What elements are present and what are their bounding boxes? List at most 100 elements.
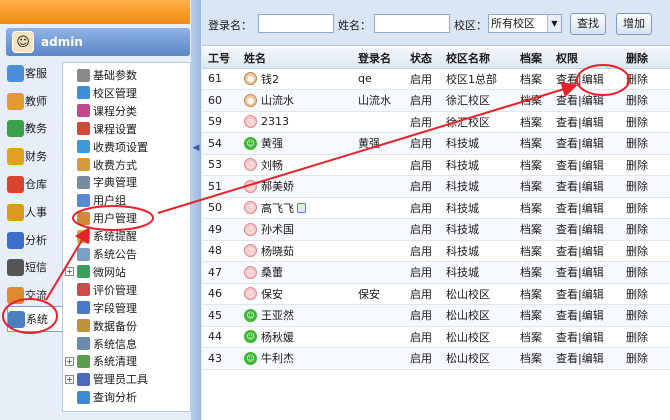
- category-question[interactable]: 人事: [7, 199, 65, 225]
- delete-link[interactable]: 删除: [620, 326, 670, 348]
- column-header[interactable]: 档案: [514, 48, 550, 69]
- tree-item-rating[interactable]: 评价管理: [77, 281, 137, 299]
- file-link[interactable]: 档案: [514, 304, 550, 327]
- view-link[interactable]: 查看: [556, 202, 578, 215]
- delete-link[interactable]: 删除: [620, 261, 670, 284]
- edit-link[interactable]: 编辑: [582, 180, 604, 193]
- delete-link[interactable]: 删除: [620, 154, 670, 176]
- expand-icon[interactable]: +: [65, 356, 74, 366]
- view-link[interactable]: 查看: [556, 352, 578, 365]
- edit-link[interactable]: 编辑: [582, 352, 604, 365]
- delete-link[interactable]: 删除: [620, 68, 670, 90]
- find-button[interactable]: 查找: [570, 13, 606, 35]
- tree-item-web[interactable]: + 微网站: [65, 263, 126, 281]
- file-link[interactable]: 档案: [514, 68, 550, 90]
- edit-link[interactable]: 编辑: [582, 309, 604, 322]
- delete-link[interactable]: 删除: [620, 89, 670, 112]
- edit-link[interactable]: 编辑: [582, 266, 604, 279]
- edit-link[interactable]: 编辑: [582, 202, 604, 215]
- column-header[interactable]: 工号: [202, 48, 238, 69]
- view-link[interactable]: 查看: [556, 309, 578, 322]
- edit-link[interactable]: 编辑: [582, 245, 604, 258]
- tree-item-notice[interactable]: 系统公告: [77, 245, 137, 263]
- delete-link[interactable]: 删除: [620, 111, 670, 133]
- file-link[interactable]: 档案: [514, 283, 550, 305]
- view-link[interactable]: 查看: [556, 288, 578, 301]
- view-link[interactable]: 查看: [556, 94, 578, 107]
- category-headset[interactable]: 客服: [7, 60, 65, 86]
- category-money[interactable]: 财务: [7, 143, 65, 169]
- delete-link[interactable]: 删除: [620, 283, 670, 305]
- delete-link[interactable]: 删除: [620, 240, 670, 262]
- edit-link[interactable]: 编辑: [582, 137, 604, 150]
- view-link[interactable]: 查看: [556, 137, 578, 150]
- file-link[interactable]: 档案: [514, 154, 550, 176]
- column-header[interactable]: 姓名: [238, 48, 352, 69]
- category-books[interactable]: 教务: [7, 115, 65, 141]
- tree-item-globe[interactable]: 校区管理: [77, 84, 137, 102]
- file-link[interactable]: 档案: [514, 111, 550, 133]
- view-link[interactable]: 查看: [556, 73, 578, 86]
- tree-item-book[interactable]: 课程设置: [77, 120, 137, 138]
- tree-item-field[interactable]: 字段管理: [77, 299, 137, 317]
- column-header[interactable]: 校区名称: [440, 48, 514, 69]
- edit-link[interactable]: 编辑: [582, 73, 604, 86]
- edit-link[interactable]: 编辑: [582, 331, 604, 344]
- delete-link[interactable]: 删除: [620, 175, 670, 198]
- tree-item-cash[interactable]: 收费方式: [77, 156, 137, 174]
- category-phone[interactable]: 短信: [7, 254, 65, 280]
- file-link[interactable]: 档案: [514, 218, 550, 241]
- tree-item-search[interactable]: 查询分析: [77, 388, 137, 406]
- delete-link[interactable]: 删除: [620, 197, 670, 219]
- view-link[interactable]: 查看: [556, 266, 578, 279]
- avatar[interactable]: ☺: [12, 31, 34, 53]
- add-button[interactable]: 增加: [616, 13, 652, 35]
- delete-link[interactable]: 删除: [620, 304, 670, 327]
- name-input[interactable]: [374, 14, 450, 33]
- login-name-input[interactable]: [258, 14, 334, 33]
- tree-item-bell[interactable]: 系统提醒: [77, 227, 137, 245]
- category-chat[interactable]: 交流: [7, 282, 65, 308]
- edit-link[interactable]: 编辑: [582, 288, 604, 301]
- file-link[interactable]: 档案: [514, 326, 550, 348]
- file-link[interactable]: 档案: [514, 240, 550, 262]
- tree-item-gear[interactable]: 基础参数: [77, 66, 137, 84]
- delete-link[interactable]: 删除: [620, 132, 670, 155]
- category-house[interactable]: 仓库: [7, 171, 65, 197]
- expand-icon[interactable]: +: [65, 374, 74, 384]
- view-link[interactable]: 查看: [556, 331, 578, 344]
- tree-item-info[interactable]: 系统信息: [77, 335, 137, 353]
- file-link[interactable]: 档案: [514, 132, 550, 155]
- tree-item-users[interactable]: 用户组: [77, 191, 126, 209]
- category-system[interactable]: 系统: [7, 306, 65, 332]
- campus-select[interactable]: 所有校区 ▼: [488, 14, 562, 33]
- column-header[interactable]: 删除: [620, 48, 670, 69]
- file-link[interactable]: 档案: [514, 175, 550, 198]
- category-teacher[interactable]: 教师: [7, 88, 65, 114]
- column-header[interactable]: 登录名: [352, 48, 404, 69]
- edit-link[interactable]: 编辑: [582, 116, 604, 129]
- delete-link[interactable]: 删除: [620, 347, 670, 370]
- column-header[interactable]: 权限: [550, 48, 620, 69]
- column-header[interactable]: 状态: [404, 48, 440, 69]
- delete-link[interactable]: 删除: [620, 218, 670, 241]
- tree-item-user[interactable]: 用户管理: [77, 209, 137, 227]
- view-link[interactable]: 查看: [556, 159, 578, 172]
- tree-item-document[interactable]: 字典管理: [77, 173, 137, 191]
- view-link[interactable]: 查看: [556, 245, 578, 258]
- tree-item-database[interactable]: 数据备份: [77, 317, 137, 335]
- category-bar-chart[interactable]: 分析: [7, 227, 65, 253]
- tree-item-broom[interactable]: + 系统清理: [65, 352, 137, 370]
- tree-item-coin[interactable]: 收费项设置: [77, 138, 148, 156]
- file-link[interactable]: 档案: [514, 261, 550, 284]
- edit-link[interactable]: 编辑: [582, 94, 604, 107]
- edit-link[interactable]: 编辑: [582, 159, 604, 172]
- panel-splitter[interactable]: ◀: [191, 0, 201, 420]
- collapse-arrow-icon[interactable]: ◀: [192, 140, 200, 156]
- file-link[interactable]: 档案: [514, 347, 550, 370]
- file-link[interactable]: 档案: [514, 197, 550, 219]
- view-link[interactable]: 查看: [556, 116, 578, 129]
- tree-item-books[interactable]: 课程分类: [77, 102, 137, 120]
- expand-icon[interactable]: +: [65, 267, 74, 277]
- view-link[interactable]: 查看: [556, 180, 578, 193]
